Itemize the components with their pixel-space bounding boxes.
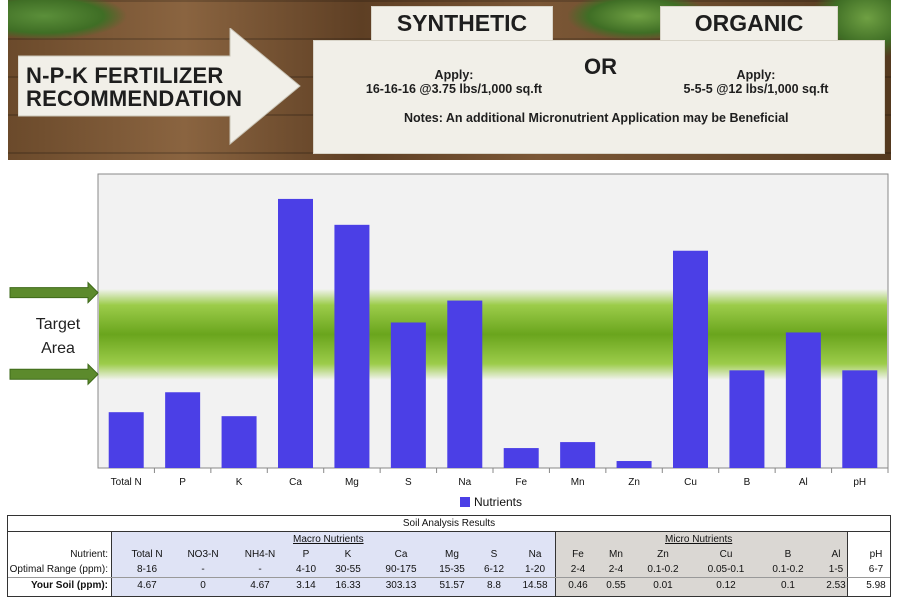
x-tick-label: B (744, 477, 751, 488)
bar (221, 416, 257, 468)
table-cell-range: 0.1-0.2 (647, 564, 679, 575)
table-cell-soil: 16.33 (335, 580, 361, 591)
table-cell-nutrient: pH (869, 549, 883, 560)
bar (673, 250, 708, 468)
bar (785, 332, 821, 468)
bar (560, 442, 596, 468)
x-tick-label: Cu (684, 477, 697, 488)
bar (278, 198, 313, 468)
organic-apply-value: 5-5-5 @12 lbs/1,000 sq.ft (683, 82, 829, 96)
table-cell-range: 30-55 (335, 564, 361, 575)
x-tick-label: pH (853, 477, 866, 488)
bar (842, 370, 878, 468)
table-cell-soil: 0 (200, 580, 206, 591)
bar (108, 412, 144, 468)
bar (616, 461, 652, 468)
table-cell-range: - (201, 564, 205, 575)
x-tick-label: Total N (111, 477, 142, 488)
organic-apply-label: Apply: (736, 68, 776, 82)
x-tick-label: Ca (289, 477, 302, 488)
x-tick-label: S (405, 477, 412, 488)
x-tick-label: Na (458, 477, 471, 488)
synthetic-apply-label: Apply: (434, 68, 474, 82)
macro-nutrients-heading: Macro Nutrients (293, 534, 364, 545)
soil-analysis-table: Soil Analysis Results Macro Nutrients Mi… (7, 515, 891, 597)
target-band (99, 288, 887, 381)
bar (390, 322, 426, 468)
table-cell-soil: 5.98 (866, 580, 886, 591)
row-label-your-soil: Your Soil (ppm): (30, 580, 108, 591)
synthetic-apply-value: 16-16-16 @3.75 lbs/1,000 sq.ft (365, 82, 543, 96)
bar (503, 448, 539, 468)
x-tick-label: Mn (571, 477, 585, 488)
table-cell-range: 8-16 (136, 564, 157, 575)
divider (111, 532, 112, 596)
organic-tab: ORGANIC (660, 6, 838, 41)
bar (334, 224, 370, 468)
x-tick-label: Fe (515, 477, 527, 488)
table-cell-nutrient: Zn (657, 549, 669, 560)
table-title: Soil Analysis Results (8, 516, 890, 532)
micro-nutrients-heading: Micro Nutrients (665, 534, 733, 545)
row-label-optimal-range: Optimal Range (ppm): (9, 564, 108, 575)
table-cell-soil: 0.12 (716, 580, 736, 591)
x-tick-label: Al (799, 477, 808, 488)
x-tick-label: Mg (345, 477, 359, 488)
table-cell-range: 0.05-0.1 (707, 564, 745, 575)
table-cell-soil: 0.01 (653, 580, 673, 591)
table-cell-nutrient: Cu (719, 549, 733, 560)
divider (8, 577, 890, 578)
bar (165, 392, 201, 468)
nutrient-bar-chart: Total N P K Ca Mg S Na Fe Mn Zn Cu B Al pH Nutrients (9, 173, 889, 509)
table-cell-range: 6-7 (868, 564, 884, 575)
page-title: N-P-K FERTILIZER RECOMMENDATION (26, 63, 243, 111)
row-label-nutrient: Nutrient: (70, 549, 108, 560)
recommendation-note: Notes: An additional Micronutrient Appli… (404, 111, 789, 125)
bar (729, 370, 765, 468)
target-arrow-icon (9, 363, 99, 386)
table-cell-nutrient: K (344, 549, 352, 560)
bar (447, 300, 483, 468)
target-arrow-icon (9, 281, 99, 304)
legend-label: Nutrients (474, 495, 522, 509)
x-tick-label: P (179, 477, 186, 488)
table-cell-soil: 4.67 (137, 580, 157, 591)
synthetic-tab: SYNTHETIC (371, 6, 553, 41)
or-label: OR (584, 54, 617, 79)
x-tick-label: Zn (628, 477, 640, 488)
x-tick-label: K (236, 477, 243, 488)
table-cell-nutrient: NO3-N (187, 549, 219, 560)
legend-swatch (460, 497, 470, 507)
table-cell-nutrient: Total N (131, 549, 163, 560)
